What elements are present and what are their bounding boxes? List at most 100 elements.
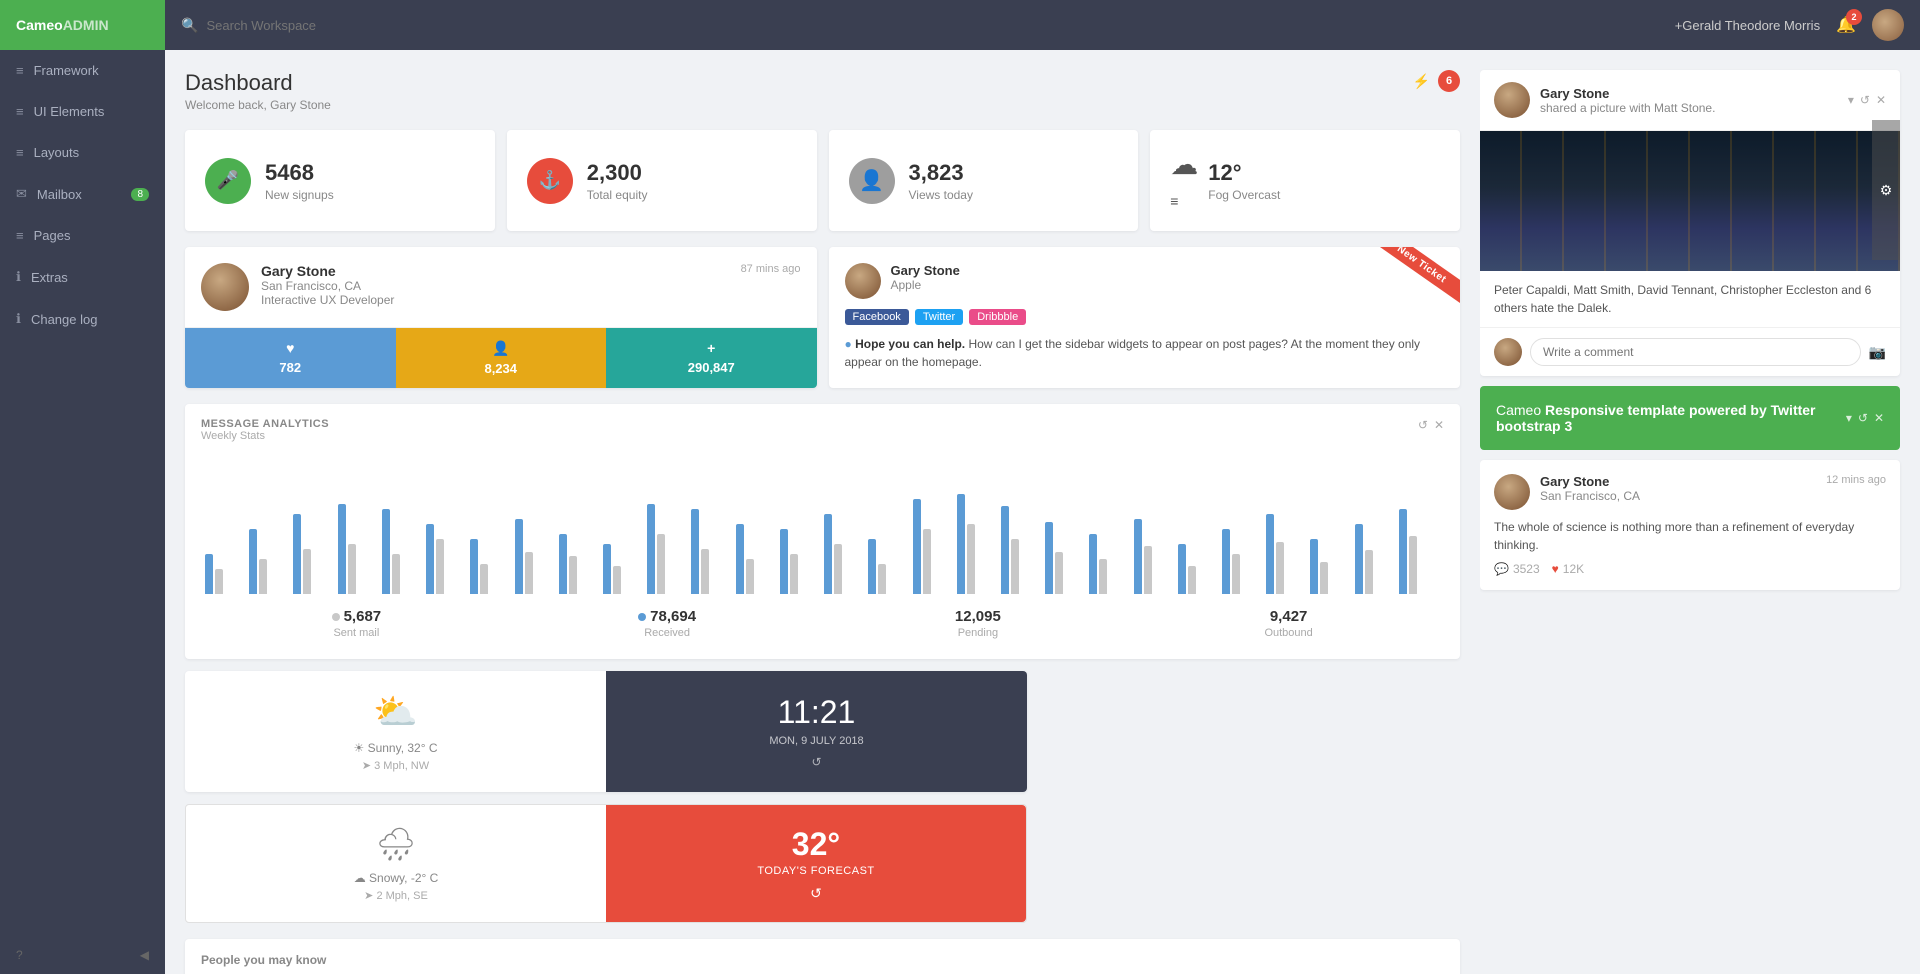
stat-info-signups: 5468 New signups [265,160,334,202]
bar-blue [1399,509,1407,594]
notifications-button[interactable]: 🔔 2 [1836,15,1856,35]
settings-overlay: ⚙ [1872,120,1900,260]
post-body: The whole of science is nothing more tha… [1494,518,1886,554]
sidebar-item-layouts[interactable]: ≡ Layouts [0,132,165,173]
analytics-close-icon[interactable]: ✕ [1434,418,1444,432]
post-meta: Gary Stone San Francisco, CA [1540,474,1640,503]
social-refresh-icon[interactable]: ↺ [1860,93,1870,107]
sidebar-item-mailbox[interactable]: ✉ Mailbox 8 [0,173,165,215]
profile-info: Gary Stone San Francisco, CA Interactive… [185,247,817,328]
bar-gray [1232,554,1240,594]
cstat-received: 78,694 Received [512,602,823,645]
bar-blue [470,539,478,594]
promo-normal: Cameo [1496,402,1545,418]
comment-input[interactable] [1530,338,1861,366]
page-header: Dashboard Welcome back, Gary Stone ⚡ 6 [185,70,1460,112]
sidebar-label-changelog: Change log [31,312,98,327]
weather-refresh-button[interactable]: ↺ [811,755,821,769]
sidebar-item-extras[interactable]: ℹ Extras [0,256,165,298]
cstat-received-val: 78,694 [512,608,823,625]
ticket-tags: Facebook Twitter Dribbble [845,309,1445,325]
bar-blue [1134,519,1142,594]
bar-blue [1178,544,1186,594]
topnav: CameoADMIN 🔍 +Gerald Theodore Morris 🔔 2 [0,0,1920,50]
chart-bar-group [603,544,644,594]
bar-blue [780,529,788,594]
promo-refresh-icon[interactable]: ↺ [1858,411,1868,425]
post-footer: 💬 3523 ♥ 12K [1494,562,1886,576]
heart-icon: ♥ [197,340,384,356]
cstat-sent-label: Sent mail [201,627,512,639]
followers-icon: 👤 [408,340,595,357]
search-input[interactable] [206,18,406,33]
bar-gray [569,556,577,594]
weather-column: ⛅ ☀ Sunny, 32° C ➤ 3 Mph, NW 11:21 MON, … [185,671,1027,923]
brand-logo[interactable]: CameoADMIN [0,0,165,50]
sidebar-item-ui-elements[interactable]: ≡ UI Elements [0,91,165,132]
sunny-desc: ☀ Sunny, 32° C [353,741,437,755]
analytics-refresh-icon[interactable]: ↺ [1418,418,1428,432]
camera-icon[interactable]: 📷 [1869,344,1886,361]
promo-close-icon[interactable]: ✕ [1874,411,1884,425]
action-badge[interactable]: 6 [1438,70,1460,92]
help-icon[interactable]: ? [16,948,23,962]
bar-gray [436,539,444,594]
promo-minimize-icon[interactable]: ▾ [1846,411,1852,425]
social-post-meta: Gary Stone shared a picture with Matt St… [1540,86,1715,115]
social-name: Gary Stone [1540,86,1715,101]
bar-blue [913,499,921,594]
profile-avatar [201,263,249,311]
pstat-followers-value: 8,234 [408,361,595,376]
sidebar-label-mailbox: Mailbox [37,187,82,202]
chart-bar-group [1089,534,1130,594]
weather-label: Fog Overcast [1208,188,1280,202]
chart-area [201,454,1444,594]
ticket-company: Apple [891,278,960,292]
bar-gray [613,566,621,594]
weather-snowy-card: 🌧 ☁ Snowy, -2° C ➤ 2 Mph, SE 32° TODAY'S… [185,804,1027,923]
changelog-icon: ℹ [16,311,21,327]
bar-gray [348,544,356,594]
chart-bar-group [559,534,600,594]
views-label: Views today [909,188,973,202]
topnav-right: +Gerald Theodore Morris 🔔 2 [1675,9,1904,41]
social-minimize-icon[interactable]: ▾ [1848,93,1854,107]
tag-facebook[interactable]: Facebook [845,309,909,325]
social-close-icon[interactable]: ✕ [1876,93,1886,107]
tag-dribbble[interactable]: Dribbble [969,309,1026,325]
sidebar-item-changelog[interactable]: ℹ Change log [0,298,165,340]
user-avatar[interactable] [1872,9,1904,41]
tag-twitter[interactable]: Twitter [915,309,963,325]
ticket-highlight: Hope you can help. [855,337,965,351]
profile-role: Interactive UX Developer [261,293,801,307]
gear-icon[interactable]: ⚙ [1880,182,1893,199]
bar-blue [691,509,699,594]
plus-icon: + [618,340,805,356]
bar-gray [1011,539,1019,594]
weather-time: 11:21 [778,694,856,731]
bar-blue [1355,524,1363,594]
chart-bar-group [868,539,909,594]
main-content: Dashboard Welcome back, Gary Stone ⚡ 6 🎤… [165,50,1480,974]
weather-forecast: 32° TODAY'S FORECAST ↺ [606,805,1026,922]
chart-bar-group [824,514,865,594]
post-card: Gary Stone San Francisco, CA 12 mins ago… [1480,460,1900,590]
chart-bar-group [736,524,777,594]
equity-label: Total equity [587,188,648,202]
brand-suffix: ADMIN [63,17,109,33]
sidebar-collapse[interactable]: ◀ [140,948,149,962]
bar-gray [1409,536,1417,594]
bar-gray [1276,542,1284,594]
sunny-wind: ➤ 3 Mph, NW [362,759,429,772]
chart-bar-group [382,509,423,594]
chart-stats: 5,687 Sent mail 78,694 Received 12,095 P… [201,602,1444,645]
social-image-inner [1480,131,1900,271]
forecast-refresh-button[interactable]: ↺ [810,885,822,902]
sidebar-item-pages[interactable]: ≡ Pages [0,215,165,256]
sun-small-icon: ☀ [353,741,364,755]
sidebar-item-framework[interactable]: ≡ Framework [0,50,165,91]
chart-bar-group [249,529,290,594]
analytics-subtitle: Weekly Stats [201,430,329,442]
stat-info-views: 3,823 Views today [909,160,973,202]
equity-icon: ⚓ [527,158,573,204]
